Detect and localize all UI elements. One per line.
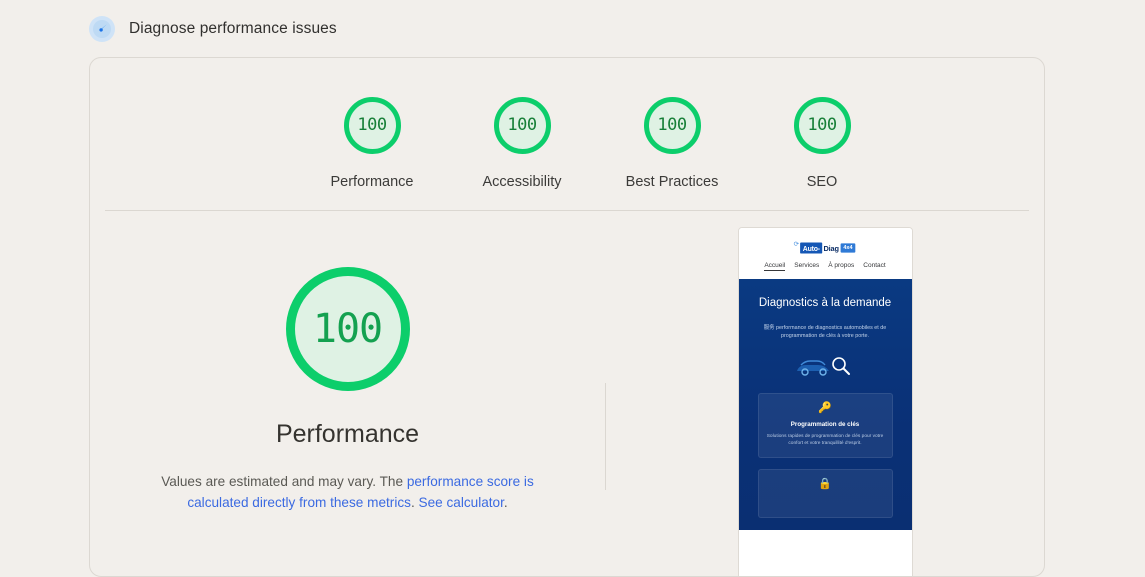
site-feature-desc: Solutions rapides de programmation de cl… [766, 434, 884, 446]
site-nav-item-contact[interactable]: Contact [863, 262, 885, 271]
score-value: 100 [657, 115, 687, 135]
logo-pill-text: Auto- [800, 242, 824, 254]
site-hero-subtitle: 服务 performance de diagnostics automobile… [763, 325, 887, 339]
page-screenshot-panel: ⟳ Auto- Diag 4x4 Accueil Services À prop… [606, 211, 1044, 576]
note-mid: . [410, 495, 419, 510]
note-tail: . [503, 495, 508, 510]
logo-badge-text: 4x4 [841, 243, 856, 253]
performance-heading: Performance [275, 420, 420, 448]
lighthouse-report-card: 100 Performance 100 Accessibility 100 Be… [89, 57, 1045, 577]
score-item-seo[interactable]: 100 SEO [747, 97, 897, 190]
performance-detail-left: 100 Performance Values are estimated and… [90, 211, 605, 576]
note-lead: Values are estimated and may vary. The [161, 474, 407, 489]
see-calculator-link[interactable]: See calculator [419, 495, 504, 510]
score-gauge-performance: 100 [343, 97, 401, 154]
site-feature-card-keys[interactable]: 🔑 Programmation de clés Solutions rapide… [757, 393, 893, 458]
site-hero-title: Diagnostics à la demande [758, 297, 892, 309]
score-value: 100 [507, 115, 537, 135]
score-gauge-accessibility: 100 [493, 97, 551, 154]
logo-dark-text: Diag [824, 243, 840, 253]
site-nav: Accueil Services À propos Contact [738, 262, 912, 279]
score-gauge-best-practices: 100 [643, 97, 701, 154]
site-feature-card-secondary[interactable]: 🔒 [757, 469, 893, 518]
lighthouse-gauge-icon [89, 16, 115, 42]
site-screenshot-thumbnail[interactable]: ⟳ Auto- Diag 4x4 Accueil Services À prop… [737, 227, 913, 576]
score-item-best-practices[interactable]: 100 Best Practices [597, 97, 747, 190]
key-icon: 🔑 [818, 402, 832, 414]
performance-detail-section: 100 Performance Values are estimated and… [90, 211, 1044, 576]
site-hero: Diagnostics à la demande 服务 performance … [738, 279, 912, 530]
score-label: SEO [806, 174, 838, 190]
page-title: Diagnose performance issues [129, 20, 337, 37]
score-summary-row: 100 Performance 100 Accessibility 100 Be… [90, 58, 1044, 190]
performance-gauge-large: 100 [285, 267, 410, 391]
site-nav-item-services[interactable]: Services [794, 262, 819, 271]
score-item-performance[interactable]: 100 Performance [297, 97, 447, 190]
site-nav-item-accueil[interactable]: Accueil [764, 262, 786, 271]
site-nav-item-a-propos[interactable]: À propos [828, 262, 854, 271]
score-label: Accessibility [482, 174, 562, 190]
score-value: 100 [807, 115, 837, 135]
metrics-estimate-note: Values are estimated and may vary. The p… [133, 471, 563, 513]
performance-score-value: 100 [312, 306, 383, 352]
site-header: ⟳ Auto- Diag 4x4 [738, 228, 912, 262]
car-inspection-icon [749, 354, 902, 380]
scan-lock-icon: 🔒 [818, 478, 832, 490]
score-label: Performance [330, 174, 414, 190]
score-value: 100 [357, 115, 387, 135]
logo-swoosh-icon: ⟳ [794, 241, 800, 248]
page-header: Diagnose performance issues [0, 0, 1145, 42]
site-logo: ⟳ Auto- Diag 4x4 [794, 241, 856, 254]
site-feature-title: Programmation de clés [790, 421, 860, 428]
score-gauge-seo: 100 [793, 97, 851, 154]
score-label: Best Practices [625, 174, 719, 190]
score-item-accessibility[interactable]: 100 Accessibility [447, 97, 597, 190]
